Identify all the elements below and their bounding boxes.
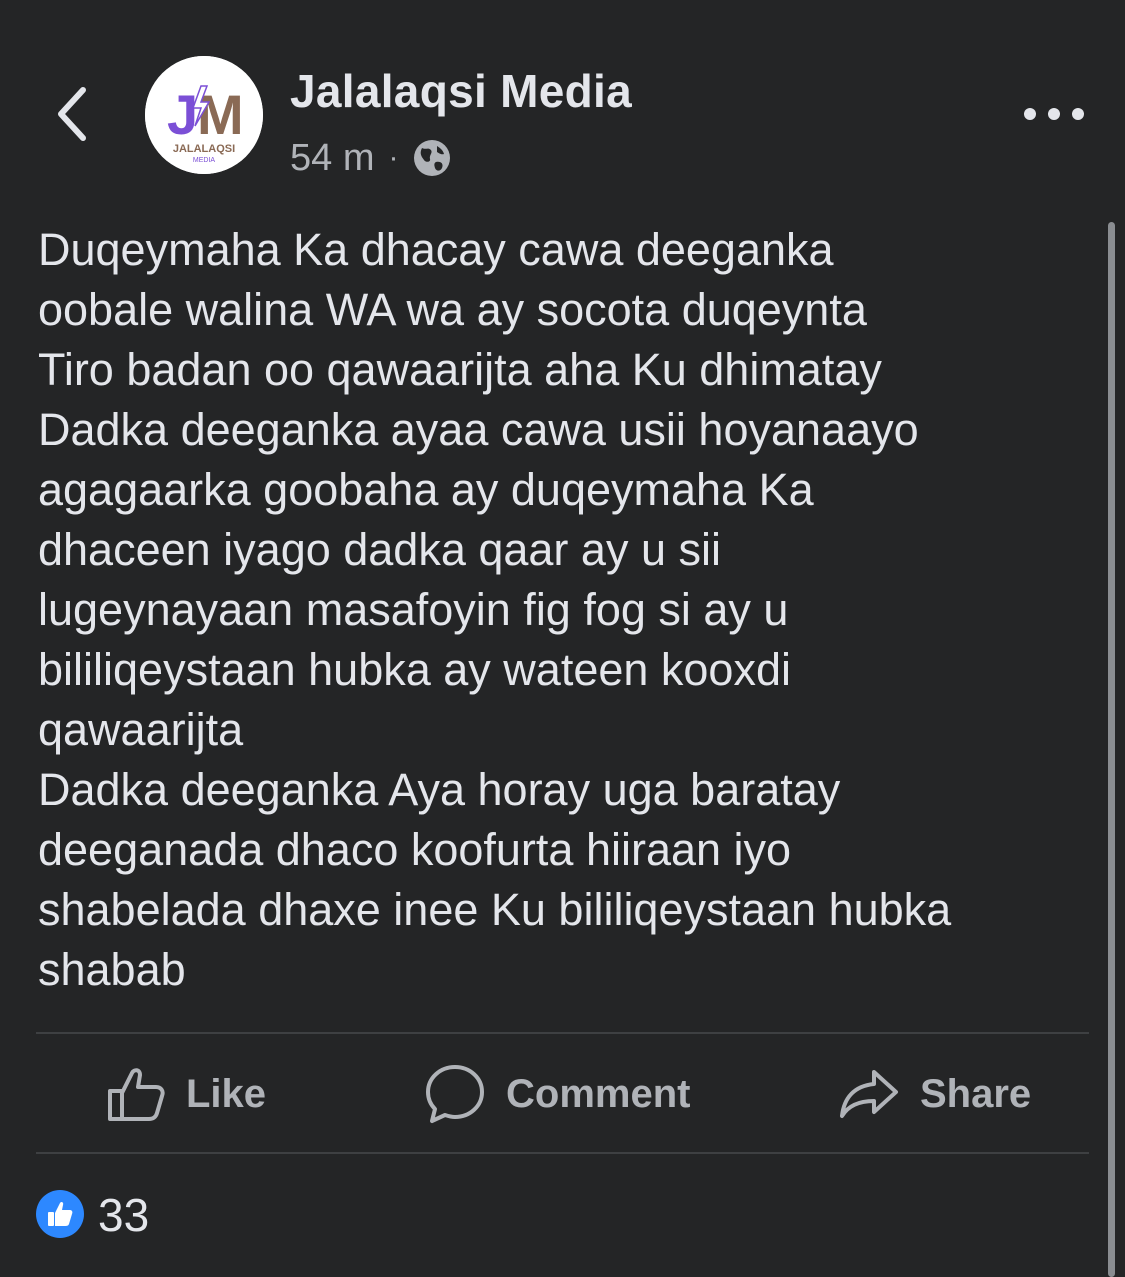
more-options-button[interactable] [1024,96,1084,132]
more-dot-icon [1072,108,1084,120]
globe-icon [414,140,451,176]
post-text: Duqeymaha Ka dhacay cawa deeganka oobale… [38,224,952,995]
comment-bubble-icon [426,1065,484,1123]
share-button[interactable]: Share [838,1060,1031,1128]
divider-bottom [36,1152,1089,1154]
svg-text:MEDIA: MEDIA [193,157,216,164]
post-screen: J M JALALAQSI MEDIA Jalalaqsi Media 54 m… [0,0,1125,1277]
like-button[interactable]: Like [106,1060,266,1128]
share-label: Share [920,1071,1032,1116]
more-dot-icon [1048,108,1060,120]
page-name[interactable]: Jalalaqsi Media [290,64,632,118]
meta-separator: · [388,141,399,174]
scrollbar[interactable] [1108,222,1115,1277]
post-meta: 54 m · [290,134,452,182]
avatar[interactable]: J M JALALAQSI MEDIA [145,56,263,174]
chevron-left-icon [58,87,86,141]
thumbs-up-icon [108,1068,165,1121]
thumbs-up-filled-icon [48,1201,73,1226]
reaction-count[interactable]: 33 [98,1188,149,1242]
share-arrow-icon [840,1070,898,1118]
comment-label: Comment [506,1071,691,1116]
comment-button[interactable]: Comment [424,1060,690,1128]
back-button[interactable] [48,82,96,146]
divider-top [36,1032,1089,1034]
svg-text:JALALAQSI: JALALAQSI [173,143,235,155]
jalalaqsi-media-logo: J M JALALAQSI MEDIA [145,56,263,174]
more-dot-icon [1024,108,1036,120]
like-label: Like [186,1071,267,1116]
post-time[interactable]: 54 m [290,137,374,180]
svg-text:J: J [167,83,198,146]
like-reaction-icon[interactable] [36,1190,84,1238]
